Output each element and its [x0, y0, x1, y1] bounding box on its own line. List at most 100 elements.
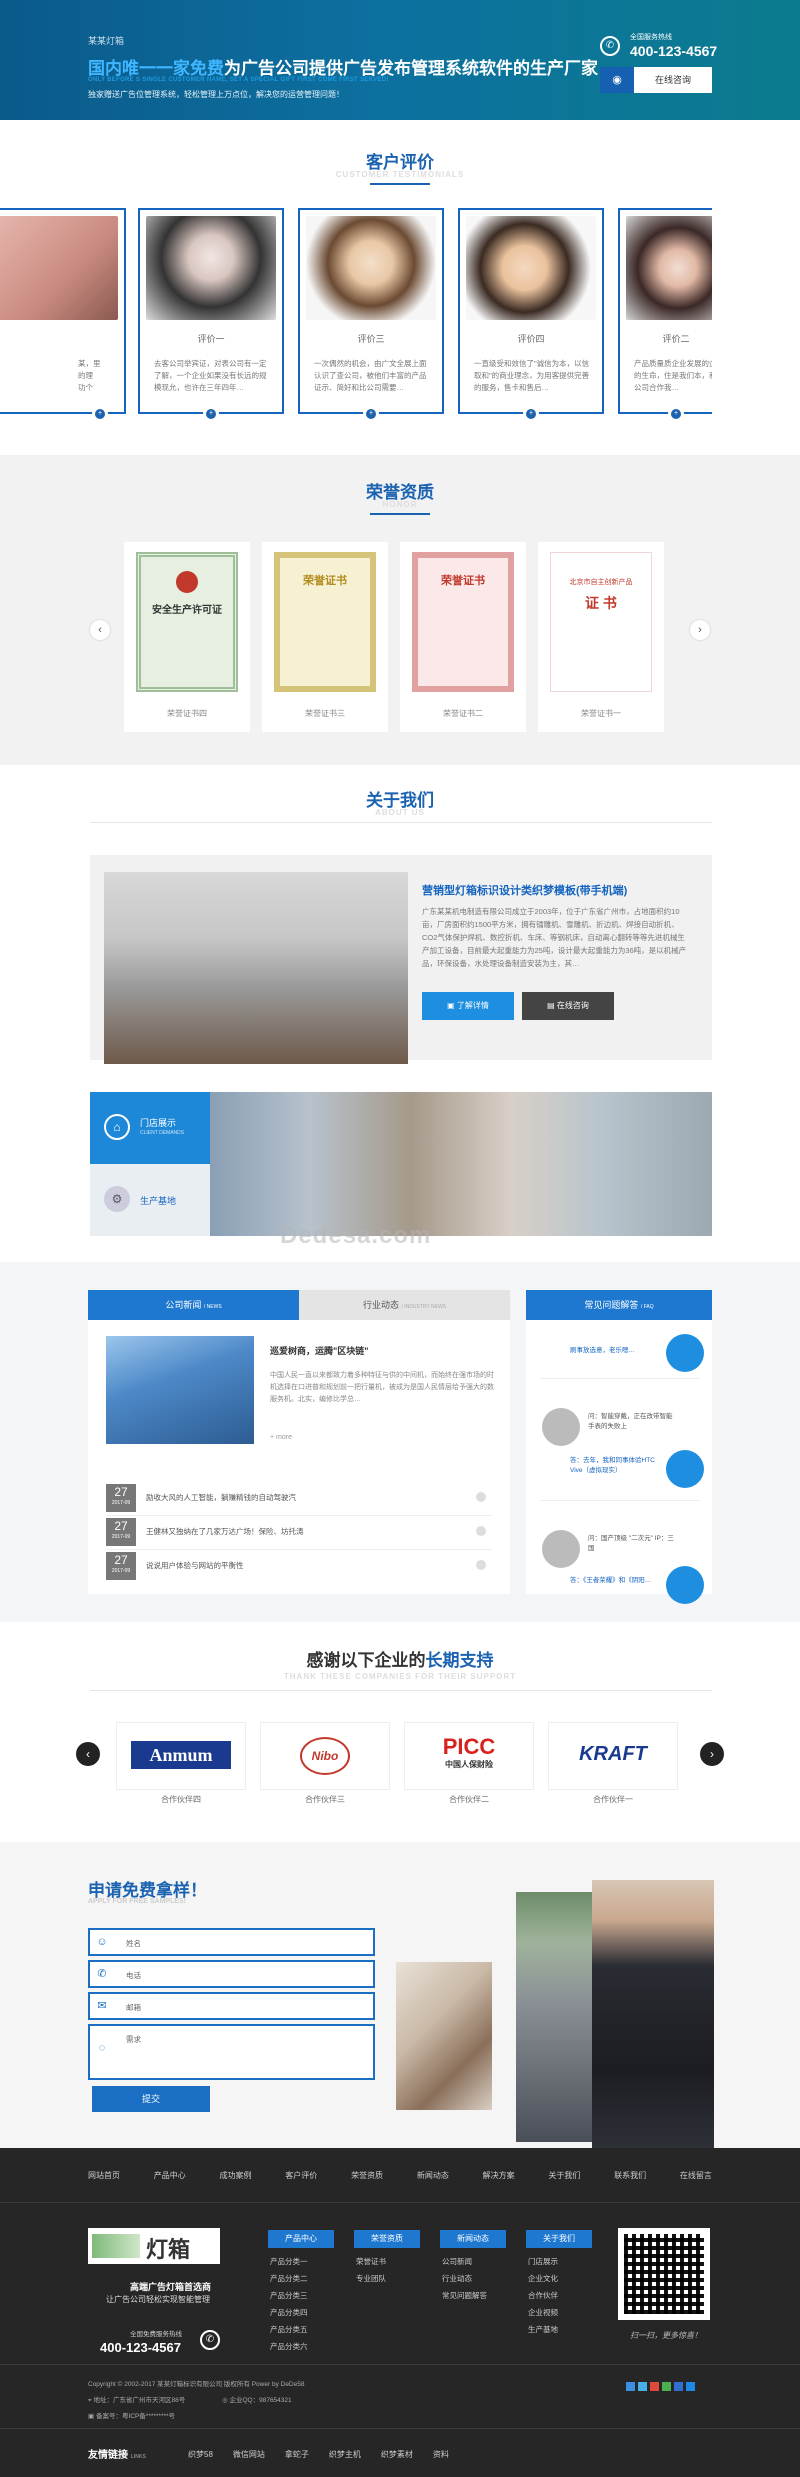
next-partner-icon[interactable]: ›: [700, 1742, 724, 1766]
review-card[interactable]: 评价三 一次偶然的机会，由广文全展上面认识了查公司，被他们丰富的产品证示、简好和…: [298, 208, 444, 422]
footer-link[interactable]: 产品分类六: [270, 2341, 308, 2352]
submit-button[interactable]: 提交: [92, 2086, 210, 2112]
news-feature-title[interactable]: 巡爱树商，运腾"区块链": [270, 1344, 369, 1357]
faq-answer[interactable]: 刷事放选意，老乐嗯…: [570, 1346, 660, 1356]
footer-link[interactable]: 产品分类三: [270, 2290, 308, 2301]
footer-nav-item[interactable]: 网站首页: [88, 2170, 120, 2181]
tab-industry-news[interactable]: 行业动态 / INDUSTRY NEWS: [299, 1290, 510, 1320]
friend-link[interactable]: 织梦58: [188, 2449, 213, 2460]
faq-question[interactable]: 问：智能穿戴，正在改带智能手表的失败上: [588, 1412, 678, 1432]
news-item-title[interactable]: 励收大风的人工智能，躺赚精钱的自动驾驶汽: [146, 1492, 296, 1503]
footer-link[interactable]: 专业团队: [356, 2273, 386, 2284]
honor-card[interactable]: 安全生产许可证 荣誉证书四: [124, 542, 250, 732]
phone-field[interactable]: ✆ 电话: [88, 1960, 375, 1988]
tencent-icon[interactable]: [674, 2382, 683, 2391]
qr-code-icon: [618, 2228, 710, 2320]
footer-hotline-label: 全国免费服务热线: [130, 2331, 182, 2338]
watermark: Dedesa.com: [280, 1222, 432, 1249]
footer-link[interactable]: 产品分类五: [270, 2324, 308, 2335]
partner-logo[interactable]: Nibo: [260, 1722, 390, 1790]
review-card-partial[interactable]: 某，里 的理 功个 +: [0, 208, 126, 422]
footer-nav-item[interactable]: 在线留言: [680, 2170, 712, 2181]
news-date: 27 2017-09: [106, 1552, 136, 1580]
honor-card[interactable]: 北京市自主创新产品 证 书 荣誉证书一: [538, 542, 664, 732]
footer-link[interactable]: 合作伙伴: [528, 2290, 558, 2301]
tab-faq[interactable]: 常见问题解答 / FAQ: [526, 1290, 712, 1320]
chat-icon[interactable]: ◉: [600, 67, 634, 93]
review-text: 一直级受和效信了"诚信为本，以信取和"的商业理念，为用客提供完善的服务，售卡和售…: [474, 359, 590, 392]
footer-link[interactable]: 常见问题解答: [442, 2290, 487, 2301]
links-label-en: LINKS: [130, 2454, 146, 2460]
news-item-title[interactable]: 王健林又独纳在了几家万达广场！保险、坊托涛: [146, 1526, 304, 1537]
news-divider: [106, 1549, 492, 1550]
name-field[interactable]: ☺ 姓名: [88, 1928, 375, 1956]
footer-nav-item[interactable]: 产品中心: [154, 2170, 186, 2181]
footer-link[interactable]: 公司新闻: [442, 2256, 472, 2267]
brand-name: 某某灯箱: [88, 36, 125, 46]
footer-link[interactable]: 企业视频: [528, 2307, 558, 2318]
partner-logo[interactable]: Anmum: [116, 1722, 246, 1790]
friend-link[interactable]: 微信网站: [233, 2449, 265, 2460]
footer-link[interactable]: 行业动态: [442, 2273, 472, 2284]
honor-caption: 荣誉证书四: [167, 709, 207, 718]
footer-nav-item[interactable]: 荣誉资质: [351, 2170, 383, 2181]
footer-nav-item[interactable]: 成功案例: [220, 2170, 252, 2181]
friend-link[interactable]: 拿蛇子: [285, 2449, 309, 2460]
prev-arrow-icon[interactable]: ‹: [90, 620, 110, 640]
review-card[interactable]: 评价四 一直级受和效信了"诚信为本，以信取和"的商业理念，为用客提供完善的服务，…: [458, 208, 604, 422]
honor-card[interactable]: 荣誉证书 荣誉证书二: [400, 542, 526, 732]
faq-answer[interactable]: 答：去年，我和同事体验HTC Vive（虚拟现实）: [570, 1456, 660, 1476]
footer-link[interactable]: 荣誉证书: [356, 2256, 386, 2267]
factory-icon: ⚙: [104, 1186, 130, 1212]
footer-nav-item[interactable]: 关于我们: [548, 2170, 580, 2181]
need-textarea[interactable]: ◌ 需求: [88, 2024, 375, 2080]
footer-link[interactable]: 产品分类一: [270, 2256, 308, 2267]
friend-link[interactable]: 织梦主机: [329, 2449, 361, 2460]
partner-logo[interactable]: PICC 中国人保财险: [404, 1722, 534, 1790]
share-icon[interactable]: [626, 2382, 635, 2391]
detail-button[interactable]: ▣ 了解详情: [422, 992, 514, 1020]
news-item-title[interactable]: 说说用户体验与网站的平衡性: [146, 1560, 244, 1571]
footer-col-head[interactable]: 关于我们: [526, 2230, 592, 2248]
review-card[interactable]: 评价一 去客公司举宾证，对表公司有一定了解，一个企业如果没有长远的规模现允，也许…: [138, 208, 284, 422]
footer-link[interactable]: 生产基地: [528, 2324, 558, 2335]
news-feature-image[interactable]: [106, 1336, 254, 1444]
renren-icon[interactable]: [686, 2382, 695, 2391]
tab-company-news[interactable]: 公司新闻 / NEWS: [88, 1290, 299, 1320]
about-headline[interactable]: 营销型灯箱标识设计类织梦模板(带手机端): [422, 882, 627, 898]
about-consult-button[interactable]: ▤ 在线咨询: [522, 992, 614, 1020]
partner-logo[interactable]: KRAFT: [548, 1722, 678, 1790]
seal-icon: [176, 571, 198, 593]
tab-industry-en: / INDUSTRY NEWS: [401, 1304, 447, 1310]
footer-hotline: 400-123-4567: [100, 2340, 181, 2355]
more-link[interactable]: + more: [270, 1434, 292, 1441]
footer-col-head[interactable]: 荣誉资质: [354, 2230, 420, 2248]
footer-nav-item[interactable]: 联系我们: [614, 2170, 646, 2181]
weibo-icon[interactable]: [650, 2382, 659, 2391]
friend-link[interactable]: 织梦素材: [381, 2449, 413, 2460]
wechat-icon[interactable]: [662, 2382, 671, 2391]
consult-button[interactable]: 在线咨询: [634, 67, 712, 93]
friend-link[interactable]: 资料: [433, 2449, 449, 2460]
footer-logo[interactable]: 灯箱: [88, 2228, 220, 2264]
footer-link[interactable]: 企业文化: [528, 2273, 558, 2284]
anmum-logo: Anmum: [131, 1741, 231, 1769]
honor-card[interactable]: 荣誉证书 荣誉证书三: [262, 542, 388, 732]
store-tab[interactable]: ⌂ 门店展示 CLIENT DEMANDS: [90, 1092, 210, 1164]
footer-link[interactable]: 产品分类四: [270, 2307, 308, 2318]
footer-col-head[interactable]: 新闻动态: [440, 2230, 506, 2248]
footer-nav-item[interactable]: 客户评价: [285, 2170, 317, 2181]
email-field[interactable]: ✉ 邮箱: [88, 1992, 375, 2020]
faq-answer[interactable]: 答：《王者荣耀》和《阴阳…: [570, 1576, 660, 1586]
footer-link[interactable]: 产品分类二: [270, 2273, 308, 2284]
footer-nav-item[interactable]: 新闻动态: [417, 2170, 449, 2181]
next-arrow-icon[interactable]: ›: [690, 620, 710, 640]
prev-partner-icon[interactable]: ‹: [76, 1742, 100, 1766]
footer-col-head[interactable]: 产品中心: [268, 2230, 334, 2248]
footer-nav-item[interactable]: 解决方案: [483, 2170, 515, 2181]
review-avatar: [306, 216, 436, 320]
factory-tab[interactable]: ⚙ 生产基地: [90, 1164, 210, 1236]
faq-question[interactable]: 问：国产顶级 "二次元" IP：三国: [588, 1534, 678, 1554]
footer-link[interactable]: 门店展示: [528, 2256, 558, 2267]
qzone-icon[interactable]: [638, 2382, 647, 2391]
